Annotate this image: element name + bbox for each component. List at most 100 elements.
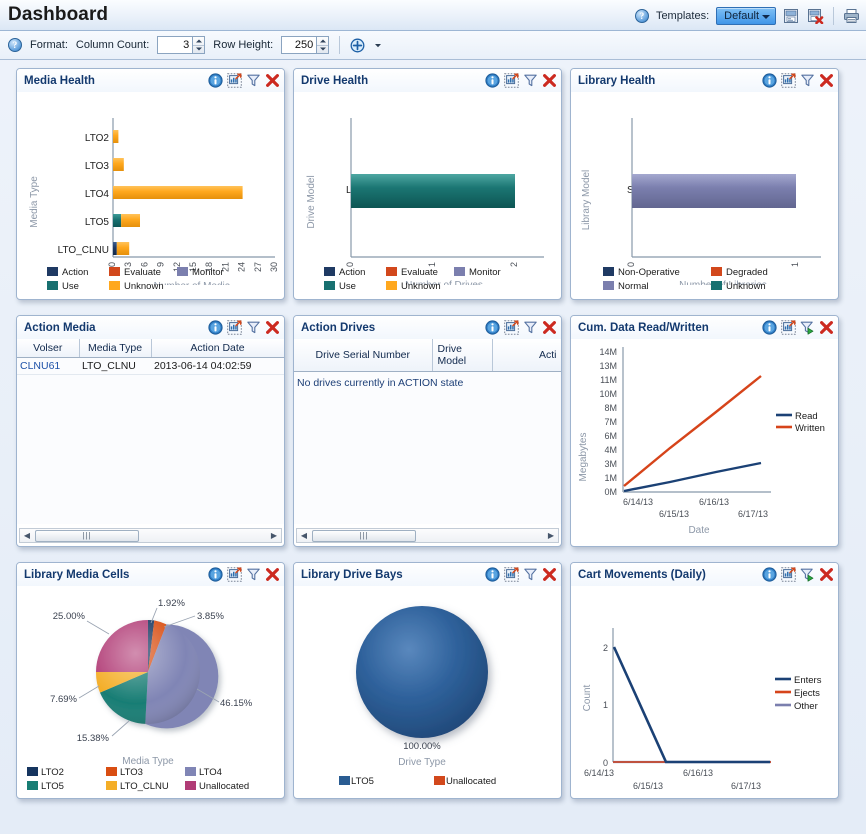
toolbar-divider xyxy=(833,6,834,25)
portlet-library-drive-bays: Library Drive Bays 100.00% Drive Type LT… xyxy=(293,562,562,799)
filter-icon[interactable] xyxy=(523,73,538,88)
popout-chart-icon[interactable] xyxy=(781,320,796,335)
row-height-input[interactable] xyxy=(282,37,317,53)
svg-text:10M: 10M xyxy=(599,389,617,399)
row-height-label: Row Height: xyxy=(213,39,274,51)
close-icon[interactable] xyxy=(542,320,557,335)
delete-template-icon[interactable] xyxy=(807,8,824,24)
portlet-title: Library Health xyxy=(578,74,656,87)
portlet-title: Library Media Cells xyxy=(24,568,130,581)
filter-icon[interactable] xyxy=(523,567,538,582)
info-icon[interactable] xyxy=(208,320,223,335)
portlet-tools xyxy=(485,567,557,582)
info-icon[interactable] xyxy=(762,73,777,88)
filter-icon[interactable] xyxy=(246,73,261,88)
close-icon[interactable] xyxy=(819,567,834,582)
spinner-down-icon[interactable] xyxy=(317,46,328,54)
svg-text:Ejects: Ejects xyxy=(794,688,820,699)
info-icon[interactable] xyxy=(208,567,223,582)
page-title: Dashboard xyxy=(8,4,109,25)
row-height-stepper[interactable] xyxy=(281,36,330,54)
close-icon[interactable] xyxy=(819,73,834,88)
scroll-left-icon[interactable]: ◀ xyxy=(297,529,311,542)
empty-state-message: No drives currently in ACTION state xyxy=(297,376,464,389)
info-icon[interactable] xyxy=(762,567,777,582)
info-icon[interactable] xyxy=(485,320,500,335)
info-icon[interactable] xyxy=(208,73,223,88)
svg-text:Enters: Enters xyxy=(794,675,822,686)
filter-icon[interactable] xyxy=(246,567,261,582)
row-height-spinner-buttons[interactable] xyxy=(316,37,329,54)
spinner-up-icon[interactable] xyxy=(317,37,329,46)
table-row[interactable]: CLNU61 LTO_CLNU 2013-06-14 04:02:59 xyxy=(17,357,284,375)
horizontal-scrollbar[interactable]: ◀ ||| ▶ xyxy=(296,528,559,543)
svg-text:6/16/13: 6/16/13 xyxy=(699,497,729,507)
popout-chart-icon[interactable] xyxy=(227,567,242,582)
scrollbar-thumb-grip[interactable]: ||| xyxy=(35,529,139,542)
title-bar: Dashboard ? Templates: Default xyxy=(0,0,866,31)
help-icon[interactable]: ? xyxy=(634,8,649,23)
column-count-stepper[interactable] xyxy=(157,36,206,54)
close-icon[interactable] xyxy=(542,567,557,582)
close-icon[interactable] xyxy=(542,73,557,88)
svg-text:Monitor: Monitor xyxy=(469,267,501,278)
column-header-drive-model[interactable]: Drive Model xyxy=(432,339,493,372)
popout-chart-icon[interactable] xyxy=(227,73,242,88)
column-count-input[interactable] xyxy=(158,37,193,53)
horizontal-scrollbar[interactable]: ◀ ||| ▶ xyxy=(19,528,282,543)
svg-text:2: 2 xyxy=(603,643,608,653)
scrollbar-thumb-grip[interactable]: ||| xyxy=(312,529,416,542)
svg-text:Other: Other xyxy=(794,701,818,712)
svg-text:Evaluate: Evaluate xyxy=(124,267,161,278)
filter-icon[interactable] xyxy=(523,320,538,335)
chevron-down-icon[interactable] xyxy=(373,40,383,50)
print-icon[interactable] xyxy=(843,8,860,24)
portlet-title: Drive Health xyxy=(301,74,369,87)
scroll-left-icon[interactable]: ◀ xyxy=(20,529,34,542)
svg-text:7M: 7M xyxy=(604,417,617,427)
svg-text:3M: 3M xyxy=(604,459,617,469)
filter-icon[interactable] xyxy=(800,73,815,88)
portlet-grid: Media Health Media Type LTO2 LTO3 LTO4 L… xyxy=(14,66,854,826)
close-icon[interactable] xyxy=(265,567,280,582)
column-header-drive-serial-number[interactable]: Drive Serial Number xyxy=(294,339,433,372)
template-select[interactable]: Default xyxy=(716,6,776,25)
spinner-up-icon[interactable] xyxy=(193,37,205,46)
popout-chart-icon[interactable] xyxy=(227,320,242,335)
popout-chart-icon[interactable] xyxy=(504,567,519,582)
column-header-media-type[interactable]: Media Type xyxy=(79,339,152,358)
svg-text:1: 1 xyxy=(603,700,608,710)
info-icon[interactable] xyxy=(485,567,500,582)
svg-text:6/17/13: 6/17/13 xyxy=(731,781,761,791)
svg-text:LTO_CLNU: LTO_CLNU xyxy=(58,245,109,256)
spinner-down-icon[interactable] xyxy=(193,46,204,54)
table-grid-area: Volser Media Type Action Date CLNU61 LTO… xyxy=(17,339,284,524)
close-icon[interactable] xyxy=(819,320,834,335)
column-header-action[interactable]: Acti xyxy=(492,339,561,372)
add-portlet-icon[interactable] xyxy=(350,38,365,53)
popout-chart-icon[interactable] xyxy=(781,567,796,582)
svg-text:0: 0 xyxy=(603,758,608,768)
filter-run-icon[interactable] xyxy=(800,320,815,335)
scroll-right-icon[interactable]: ▶ xyxy=(544,529,558,542)
scroll-right-icon[interactable]: ▶ xyxy=(267,529,281,542)
save-template-icon[interactable] xyxy=(783,8,800,24)
popout-chart-icon[interactable] xyxy=(504,320,519,335)
cell-volser[interactable]: CLNU61 xyxy=(17,357,79,375)
column-header-volser[interactable]: Volser xyxy=(17,339,80,358)
info-icon[interactable] xyxy=(485,73,500,88)
svg-text:15.38%: 15.38% xyxy=(77,733,110,744)
help-icon[interactable]: ? xyxy=(8,38,22,52)
portlet-cart-movements: Cart Movements (Daily) Count 2 1 0 Enter… xyxy=(570,562,839,799)
popout-chart-icon[interactable] xyxy=(781,73,796,88)
close-icon[interactable] xyxy=(265,73,280,88)
info-icon[interactable] xyxy=(762,320,777,335)
svg-text:Date: Date xyxy=(680,797,702,799)
portlet-tools xyxy=(762,73,834,88)
column-header-action-date[interactable]: Action Date xyxy=(151,339,284,358)
popout-chart-icon[interactable] xyxy=(504,73,519,88)
filter-icon[interactable] xyxy=(246,320,261,335)
column-count-spinner-buttons[interactable] xyxy=(192,37,205,54)
close-icon[interactable] xyxy=(265,320,280,335)
filter-run-icon[interactable] xyxy=(800,567,815,582)
